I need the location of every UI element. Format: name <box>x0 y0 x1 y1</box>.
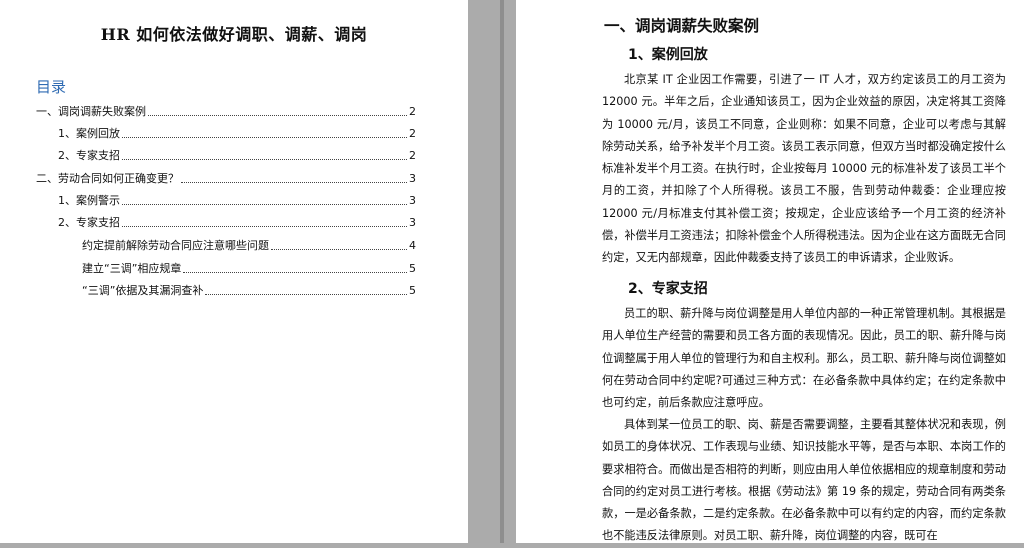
subsection-heading: 1、案例回放 <box>628 47 708 63</box>
subsection-heading: 2、专家支招 <box>628 281 708 297</box>
section-heading: 一、调岗调薪失败案例 <box>604 17 760 35</box>
toc-entry-label: 2、专家支招 <box>58 149 120 162</box>
toc-entry[interactable]: 约定提前解除劳动合同应注意哪些问题 4 <box>82 238 416 254</box>
page-gutter <box>468 0 516 543</box>
toc-page-number: 4 <box>409 239 416 252</box>
toc-leader <box>205 294 407 295</box>
toc-entry-label: 一、调岗调薪失败案例 <box>36 105 146 118</box>
toc-leader <box>271 249 407 250</box>
toc-entry[interactable]: 1、案例回放 2 <box>58 126 416 142</box>
body-paragraph: 员工的职、薪升降与岗位调整是用人单位内部的一种正常管理机制。其根据是用人单位生产… <box>602 307 1006 410</box>
toc-page-number: 3 <box>409 172 416 185</box>
toc-entry[interactable]: 1、案例警示 3 <box>58 193 416 209</box>
toc-entry-label: 约定提前解除劳动合同应注意哪些问题 <box>82 239 269 252</box>
toc-leader <box>122 137 407 138</box>
body-paragraph: 北京某 IT 企业因工作需要，引进了一 IT 人才，双方约定该员工的月工资为 1… <box>602 73 1006 265</box>
toc-page-number: 3 <box>409 216 416 229</box>
toc-entry[interactable]: 一、调岗调薪失败案例 2 <box>36 104 416 120</box>
toc-page-number: 2 <box>409 127 416 140</box>
toc-entry-label: “三调”依据及其漏洞查补 <box>82 284 204 297</box>
toc-page-number: 5 <box>409 262 416 275</box>
toc-page-number: 3 <box>409 194 416 207</box>
left-document-page: HR 如何依法做好调职、调薪、调岗 目录 一、调岗调薪失败案例 2 1、案例回放… <box>0 0 468 543</box>
toc-leader <box>148 115 407 116</box>
toc-leader <box>183 272 407 273</box>
toc-entry[interactable]: 建立“三调”相应规章 5 <box>82 261 416 277</box>
toc-heading: 目录 <box>36 78 67 96</box>
toc-entry-label: 2、专家支招 <box>58 216 120 229</box>
toc-page-number: 2 <box>409 149 416 162</box>
toc-entry-label: 建立“三调”相应规章 <box>82 262 182 275</box>
toc-entry-label: 1、案例回放 <box>58 127 120 140</box>
toc-leader <box>122 204 407 205</box>
body-paragraph: 具体到某一位员工的职、岗、薪是否需要调整，主要看其整体状况和表现，例如员工的身体… <box>602 418 1006 543</box>
toc-leader <box>181 182 407 183</box>
toc-leader <box>122 226 407 227</box>
document-title: HR 如何依法做好调职、调薪、调岗 <box>100 25 368 44</box>
toc-leader <box>122 159 407 160</box>
toc-entry-label: 1、案例警示 <box>58 194 120 207</box>
toc-entry[interactable]: 2、专家支招 3 <box>58 215 416 231</box>
toc-entry[interactable]: 二、劳动合同如何正确变更？ 3 <box>36 171 416 187</box>
toc-page-number: 5 <box>409 284 416 297</box>
toc-entry-label: 二、劳动合同如何正确变更？ <box>36 172 179 185</box>
toc-entry[interactable]: 2、专家支招 2 <box>58 148 416 164</box>
toc-entry[interactable]: “三调”依据及其漏洞查补 5 <box>82 283 416 299</box>
toc-page-number: 2 <box>409 105 416 118</box>
